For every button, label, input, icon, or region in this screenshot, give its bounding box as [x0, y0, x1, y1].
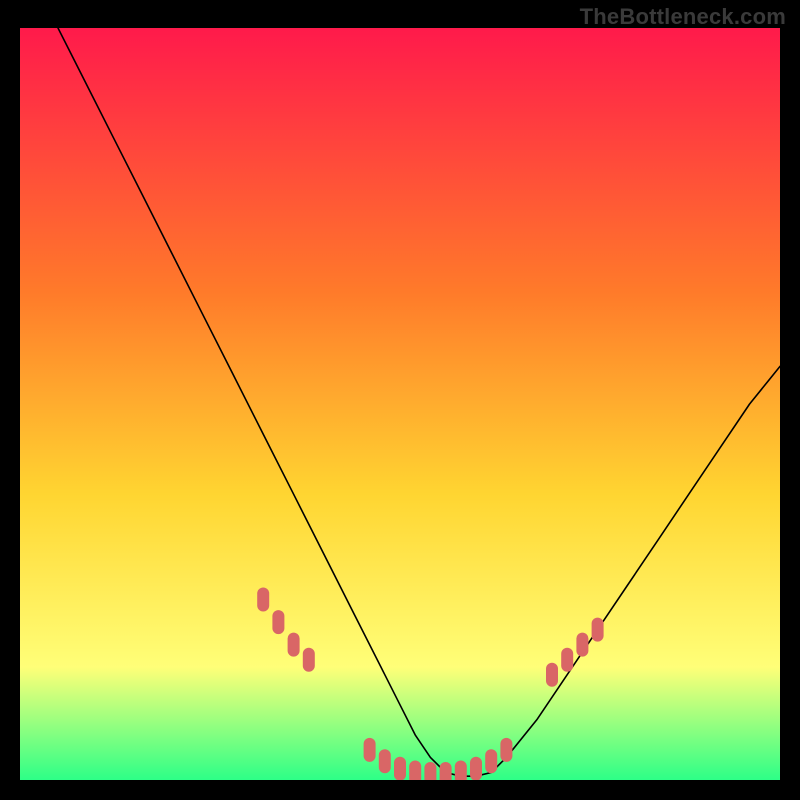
highlight-dot [257, 588, 269, 612]
plot-area [20, 28, 780, 780]
highlight-dot [485, 749, 497, 773]
highlight-dot [379, 749, 391, 773]
highlight-dot [424, 762, 436, 780]
gradient-background [20, 28, 780, 780]
highlight-dot [394, 757, 406, 780]
highlight-dot [409, 761, 421, 781]
highlight-dot [561, 648, 573, 672]
highlight-dot [455, 761, 467, 781]
highlight-dot [470, 757, 482, 780]
highlight-dot [303, 648, 315, 672]
highlight-dot [592, 618, 604, 642]
highlight-dot [576, 633, 588, 657]
highlight-dot [288, 633, 300, 657]
chart-frame: TheBottleneck.com [0, 0, 800, 800]
watermark: TheBottleneck.com [580, 4, 786, 30]
highlight-dot [500, 738, 512, 762]
plot-svg [20, 28, 780, 780]
highlight-dot [546, 663, 558, 687]
highlight-dot [272, 610, 284, 634]
highlight-dot [364, 738, 376, 762]
highlight-dot [440, 762, 452, 780]
